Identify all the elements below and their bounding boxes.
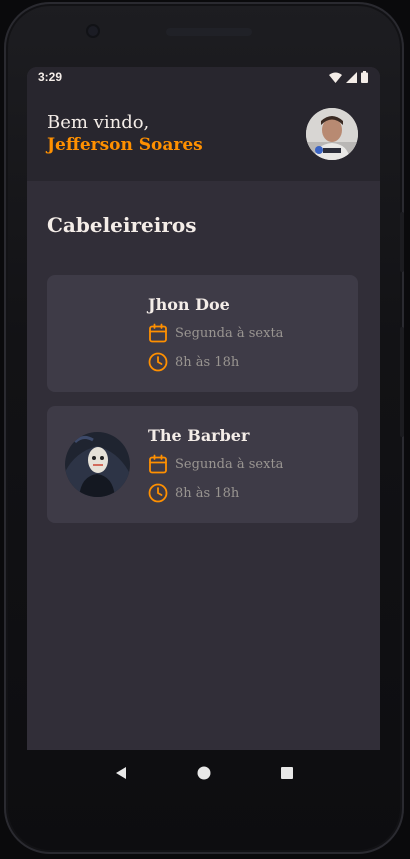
back-icon[interactable] bbox=[114, 766, 128, 780]
provider-hours-row: 8h às 18h bbox=[148, 483, 239, 503]
home-icon[interactable] bbox=[197, 766, 211, 780]
provider-photo bbox=[65, 432, 130, 497]
provider-days-row: Segunda à sexta bbox=[148, 323, 283, 343]
cellular-signal-icon bbox=[346, 71, 357, 83]
provider-name: Jhon Doe bbox=[148, 295, 230, 314]
provider-avatar bbox=[65, 432, 130, 497]
provider-hours-row: 8h às 18h bbox=[148, 352, 239, 372]
welcome-text: Bem vindo, Jefferson Soares bbox=[47, 111, 203, 157]
provider-name: The Barber bbox=[148, 426, 250, 445]
user-name: Jefferson Soares bbox=[47, 135, 203, 155]
provider-hours: 8h às 18h bbox=[175, 354, 240, 370]
calendar-icon bbox=[149, 323, 167, 343]
calendar-icon bbox=[149, 454, 167, 474]
profile-avatar[interactable] bbox=[306, 108, 358, 160]
status-time: 3:29 bbox=[38, 70, 63, 84]
app-screen: 3:29 Bem vindo, Jefferson Soares Cabelei… bbox=[27, 67, 380, 750]
volume-button bbox=[400, 327, 404, 437]
earpiece-speaker bbox=[166, 28, 252, 36]
wifi-icon bbox=[329, 72, 342, 83]
battery-icon bbox=[361, 71, 368, 83]
status-icons bbox=[329, 71, 368, 83]
recents-icon[interactable] bbox=[280, 766, 294, 780]
provider-hours: 8h às 18h bbox=[175, 485, 240, 501]
power-button bbox=[400, 212, 404, 272]
provider-card[interactable]: Jhon Doe Segunda à sexta 8h às 18h bbox=[47, 275, 358, 392]
provider-days: Segunda à sexta bbox=[175, 456, 284, 472]
section-title: Cabeleireiros bbox=[47, 213, 197, 237]
clock-icon bbox=[148, 352, 168, 372]
front-camera bbox=[88, 26, 98, 36]
status-bar: 3:29 bbox=[27, 67, 380, 87]
provider-days: Segunda à sexta bbox=[175, 325, 284, 341]
user-photo bbox=[306, 108, 358, 160]
clock-icon bbox=[148, 483, 168, 503]
app-header: Bem vindo, Jefferson Soares bbox=[27, 87, 380, 181]
greeting-label: Bem vindo, bbox=[47, 112, 150, 133]
provider-days-row: Segunda à sexta bbox=[148, 454, 283, 474]
provider-card[interactable]: The Barber Segunda à sexta 8h às 18h bbox=[47, 406, 358, 523]
system-nav-bar bbox=[27, 750, 380, 795]
